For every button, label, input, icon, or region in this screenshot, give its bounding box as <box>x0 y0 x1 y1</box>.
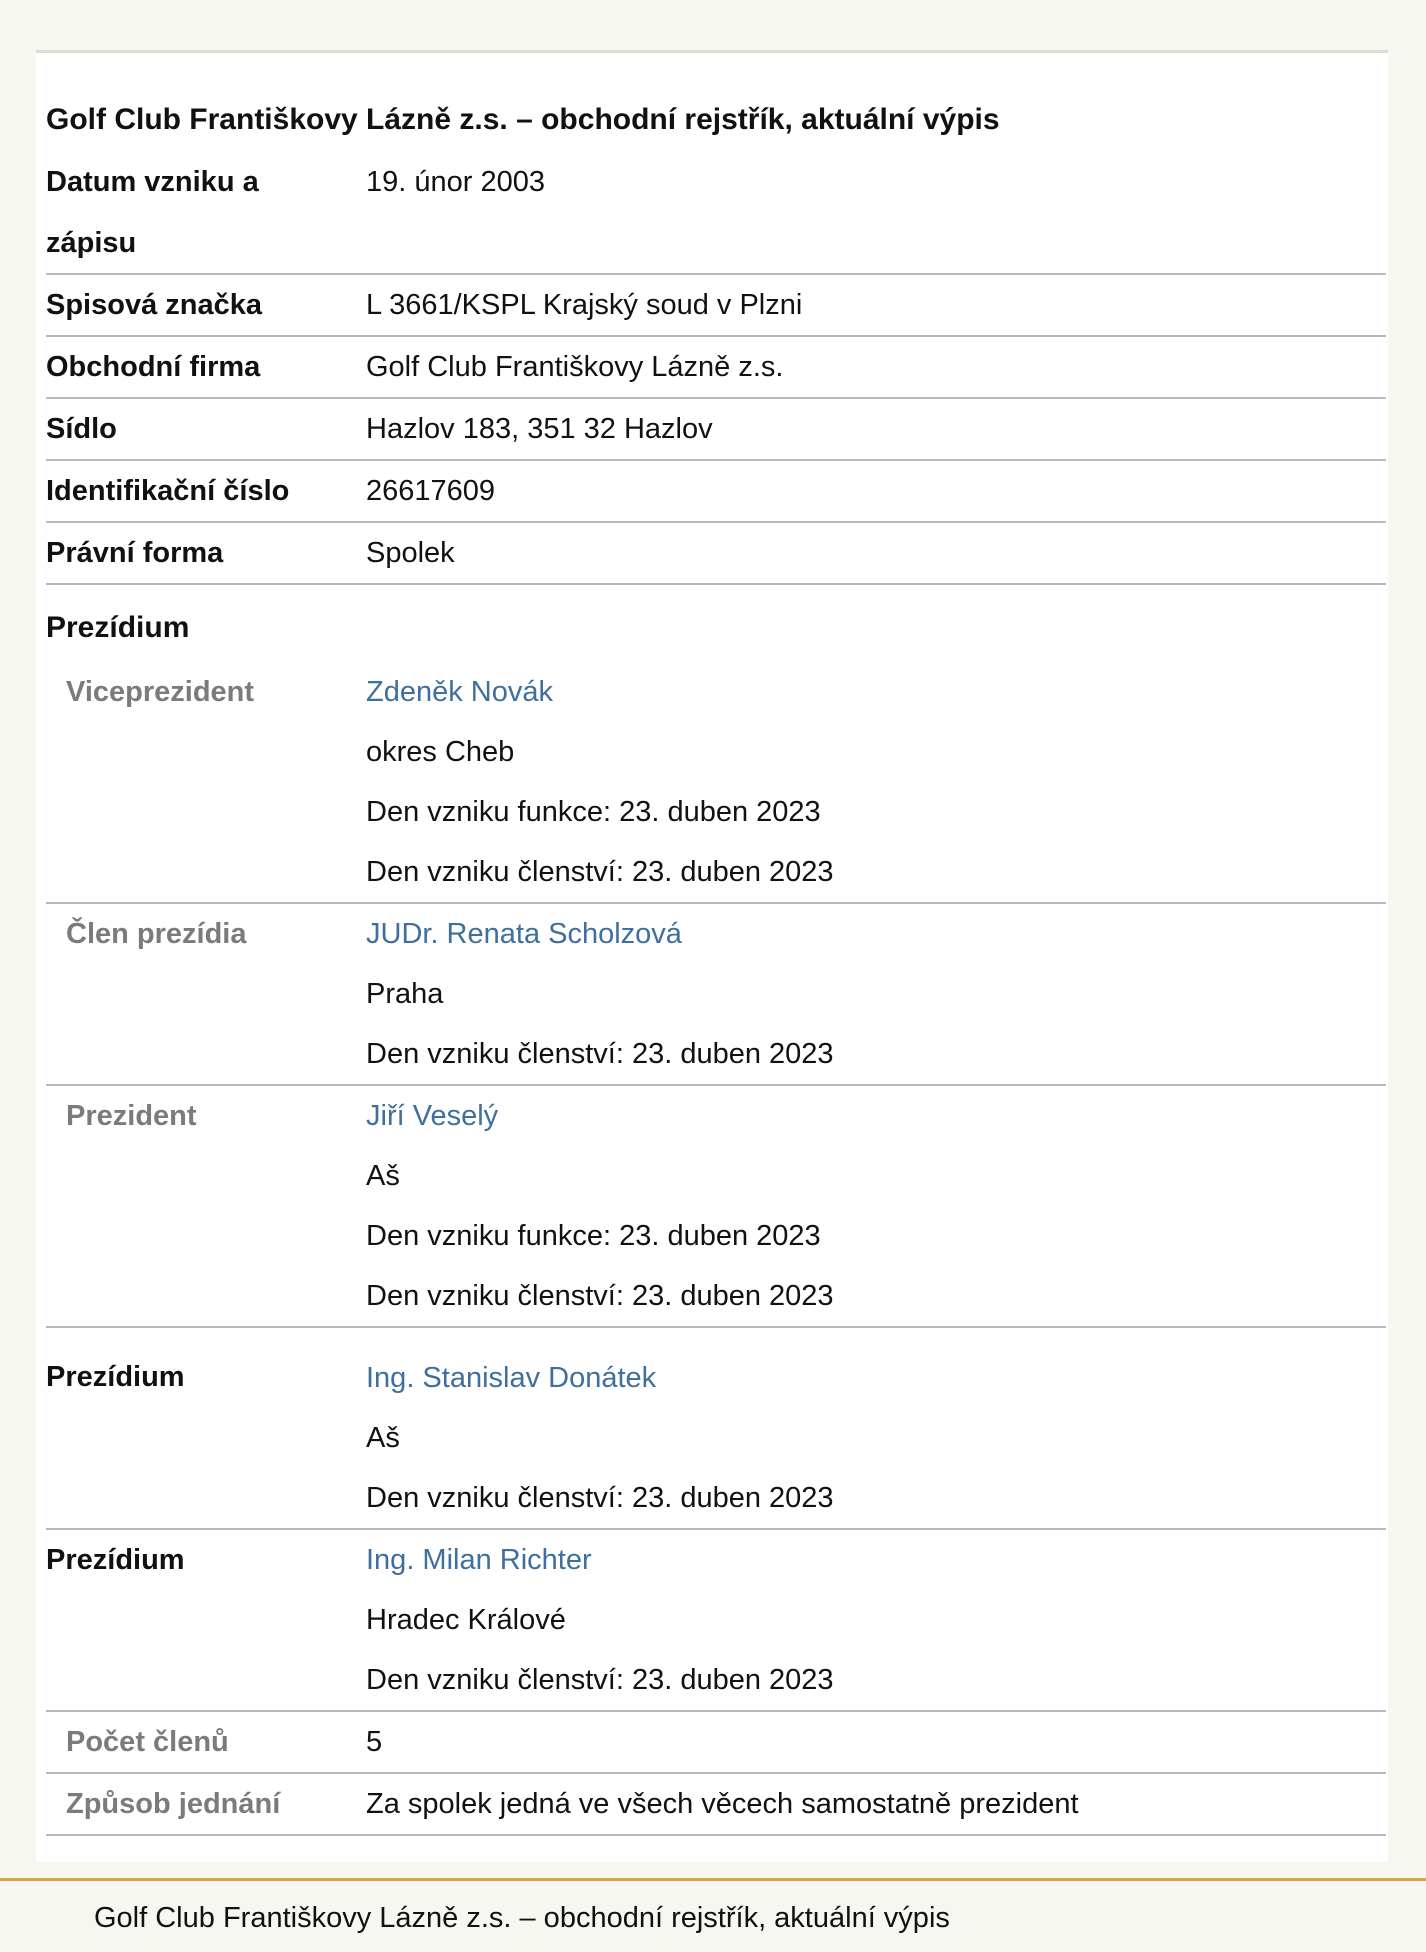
person-link[interactable]: Ing. Milan Richter <box>366 1540 592 1580</box>
footer-text: Golf Club Františkovy Lázně z.s. – obcho… <box>94 1902 950 1934</box>
person-link[interactable]: Ing. Stanislav Donátek <box>366 1358 656 1398</box>
role-label: Viceprezident <box>66 676 255 708</box>
clenstvi-date: Den vzniku členství: 23. duben 2023 <box>366 1482 834 1514</box>
datum-value: 19. únor 2003 <box>366 166 545 198</box>
person-place: Aš <box>366 1160 400 1192</box>
pocet-value: 5 <box>366 1726 383 1758</box>
forma-label: Právní forma <box>46 537 224 569</box>
person-link[interactable]: JUDr. Renata Scholzová <box>366 914 682 954</box>
clenstvi-date: Den vzniku členství: 23. duben 2023 <box>366 1038 834 1070</box>
role-label: Prezident <box>66 1100 197 1132</box>
spisova-value: L 3661/KSPL Krajský soud v Plzni <box>366 289 803 321</box>
pocet-label: Počet členů <box>66 1726 229 1758</box>
person-place: Praha <box>366 978 444 1010</box>
person-place: okres Cheb <box>366 736 515 768</box>
clenstvi-date: Den vzniku členství: 23. duben 2023 <box>366 1280 834 1312</box>
forma-value: Spolek <box>366 537 455 569</box>
prezidium-label: Prezídium <box>46 1361 185 1393</box>
page-title: Golf Club Františkovy Lázně z.s. – obcho… <box>46 103 1000 136</box>
zpusob-value: Za spolek jedná ve všech věcech samostat… <box>366 1788 1079 1820</box>
person-place: Hradec Králové <box>366 1604 566 1636</box>
prezidium-label: Prezídium <box>46 1544 185 1576</box>
person-link[interactable]: Jiří Veselý <box>366 1096 498 1136</box>
firma-value: Golf Club Františkovy Lázně z.s. <box>366 351 784 383</box>
person-link[interactable]: Zdeněk Novák <box>366 672 553 712</box>
spisova-label: Spisová značka <box>46 289 262 321</box>
datum-label: Datum vzniku a zápisu <box>46 166 259 259</box>
row-divider <box>46 583 1386 585</box>
role-label: Člen prezídia <box>66 918 247 950</box>
prezidium-heading: Prezídium <box>46 611 190 644</box>
row-divider <box>46 1326 1386 1328</box>
zpusob-label: Způsob jednání <box>66 1788 281 1820</box>
ico-value: 26617609 <box>366 475 496 507</box>
ico-label: Identifikační číslo <box>46 475 290 507</box>
sidlo-label: Sídlo <box>46 413 117 445</box>
person-place: Aš <box>366 1422 400 1454</box>
footer-divider <box>0 1878 1426 1881</box>
funkce-date: Den vzniku funkce: 23. duben 2023 <box>366 796 821 828</box>
clenstvi-date: Den vzniku členství: 23. duben 2023 <box>366 856 834 888</box>
sidlo-value: Hazlov 183, 351 32 Hazlov <box>366 413 713 445</box>
firma-label: Obchodní firma <box>46 351 261 383</box>
funkce-date: Den vzniku funkce: 23. duben 2023 <box>366 1220 821 1252</box>
row-divider <box>46 1834 1386 1836</box>
clenstvi-date: Den vzniku členství: 23. duben 2023 <box>366 1664 834 1696</box>
